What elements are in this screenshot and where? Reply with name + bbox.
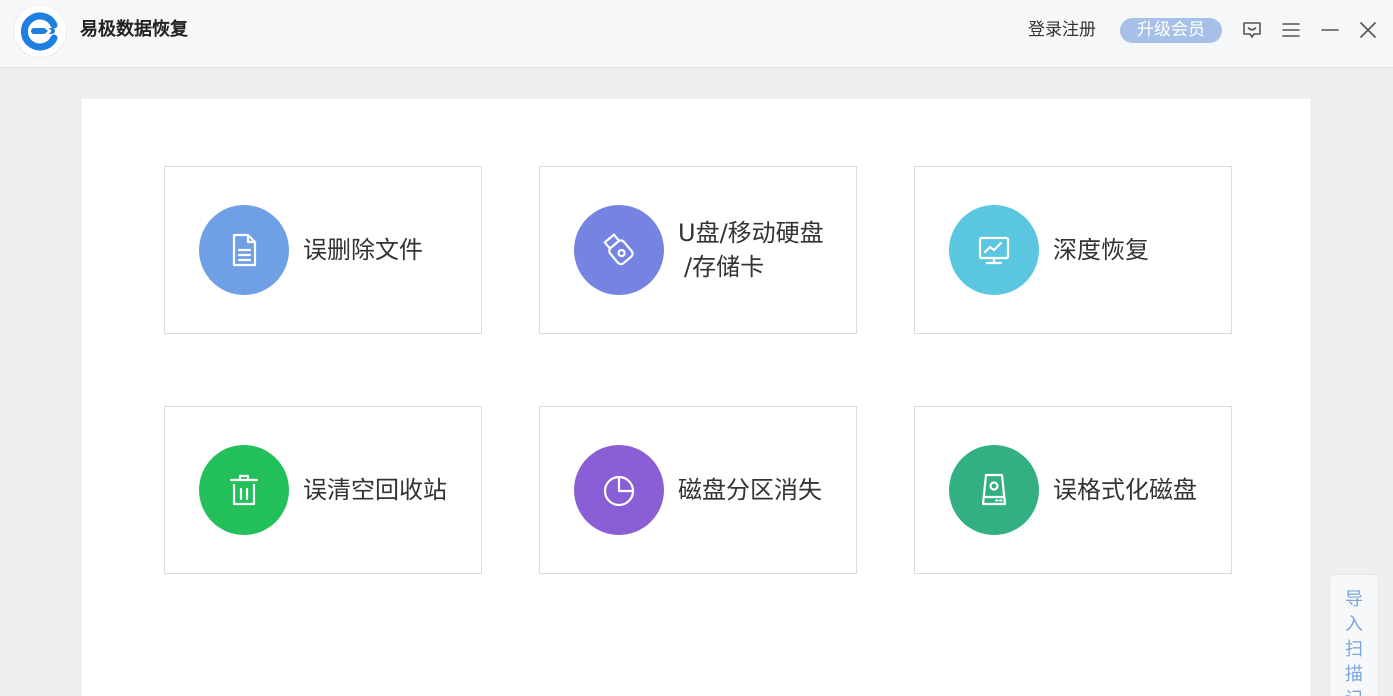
- formatted-disk-badge: [949, 445, 1039, 535]
- side-tab-char: 扫: [1345, 639, 1363, 660]
- card-deep-recovery[interactable]: 深度恢复: [914, 166, 1232, 334]
- card-label: 磁盘分区消失: [678, 476, 822, 504]
- card-formatted-disk[interactable]: 误格式化磁盘: [914, 406, 1232, 574]
- card-label-line1: U盘/移动硬盘: [678, 219, 824, 247]
- recycle-bin-badge: [199, 445, 289, 535]
- monitor-chart-icon: [978, 236, 1010, 265]
- document-icon: [232, 233, 257, 267]
- side-tab-char: 描: [1345, 664, 1363, 685]
- card-label-line2: /存储卡: [684, 253, 765, 281]
- trash-icon: [229, 474, 259, 506]
- usb-drive-icon: [603, 233, 634, 266]
- feedback-button[interactable]: [1240, 18, 1264, 42]
- card-label: 误清空回收站: [303, 476, 447, 504]
- login-register-link[interactable]: 登录注册: [1028, 18, 1096, 42]
- hard-disk-icon: [981, 473, 1007, 506]
- title-bar: 易极数据恢复 登录注册 升级会员: [0, 0, 1393, 68]
- pie-chart-icon: [603, 475, 635, 507]
- card-usb-storage[interactable]: U盘/移动硬盘 /存储卡: [539, 166, 857, 334]
- import-scan-record-tab[interactable]: 导 入 扫 描 记: [1329, 574, 1379, 696]
- minimize-icon: [1321, 29, 1339, 31]
- side-tab-char: 导: [1345, 589, 1363, 610]
- upgrade-vip-button[interactable]: 升级会员: [1120, 18, 1222, 43]
- card-recycle-bin[interactable]: 误清空回收站: [164, 406, 482, 574]
- menu-icon: [1282, 23, 1300, 37]
- deleted-files-badge: [199, 205, 289, 295]
- card-deleted-files[interactable]: 误删除文件: [164, 166, 482, 334]
- usb-storage-badge: [574, 205, 664, 295]
- minimize-button[interactable]: [1318, 18, 1342, 42]
- card-label: 深度恢复: [1053, 236, 1149, 264]
- app-title: 易极数据恢复: [80, 19, 188, 40]
- close-button[interactable]: [1356, 18, 1380, 42]
- menu-button[interactable]: [1279, 18, 1303, 42]
- main-panel: 误删除文件 U盘/移动硬盘 /存储卡 深度恢复 误清空回收站 磁盘分区消失 误格…: [82, 99, 1310, 696]
- card-label: 误删除文件: [303, 236, 423, 264]
- deep-recovery-badge: [949, 205, 1039, 295]
- app-logo-icon: [20, 12, 58, 51]
- card-label: 误格式化磁盘: [1053, 476, 1197, 504]
- app-logo: [14, 5, 66, 57]
- side-tab-char: 记: [1345, 687, 1363, 696]
- close-icon: [1360, 22, 1376, 38]
- partition-lost-badge: [574, 445, 664, 535]
- feedback-icon: [1243, 22, 1261, 38]
- card-label: U盘/移动硬盘 /存储卡: [678, 167, 853, 333]
- side-tab-char: 入: [1345, 614, 1363, 635]
- card-partition-lost[interactable]: 磁盘分区消失: [539, 406, 857, 574]
